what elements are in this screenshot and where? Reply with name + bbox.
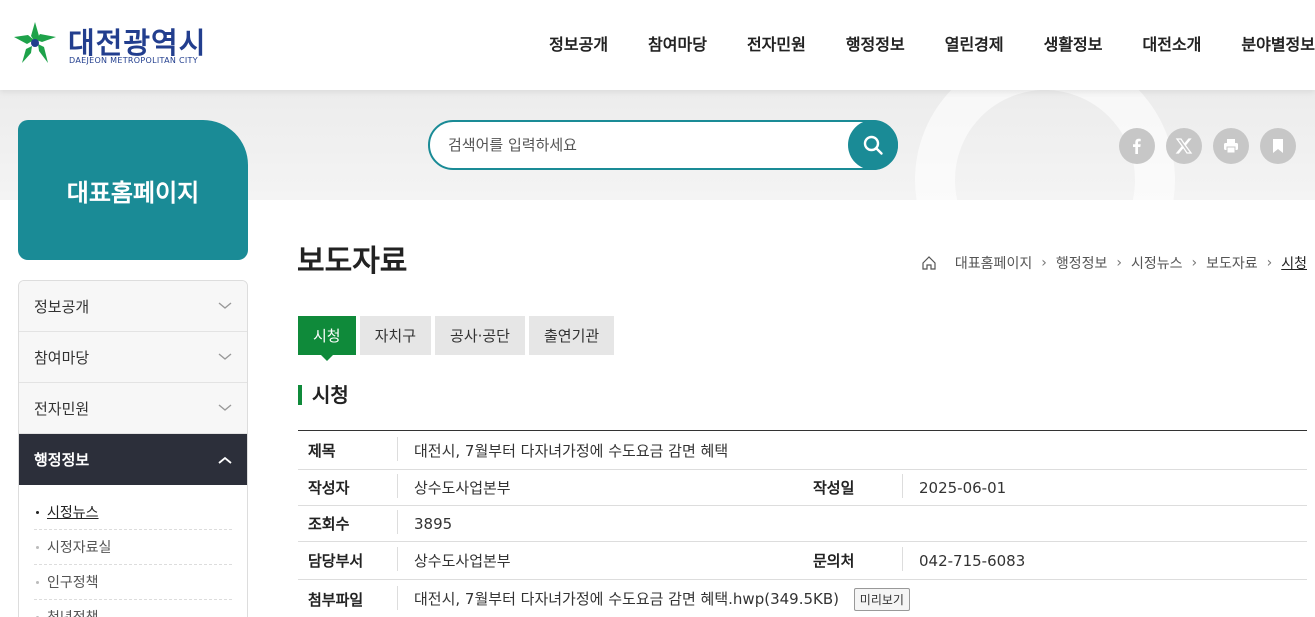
gnb-item-living-info[interactable]: 생활정보 (1044, 31, 1103, 55)
article-dept: 상수도사업본부 (414, 552, 511, 570)
sidebar-sub-item-population-policy[interactable]: 인구정책 (34, 565, 232, 600)
search-input[interactable] (448, 134, 828, 156)
views-label: 조회수 (298, 510, 398, 534)
gnb-item-open-economy[interactable]: 열린경제 (945, 31, 1004, 55)
tab-public-corp[interactable]: 공사·공단 (435, 316, 525, 355)
chevron-right-icon: › (1041, 255, 1047, 271)
contact-label: 문의처 (803, 547, 903, 571)
breadcrumb-item[interactable]: 시정뉴스 (1131, 253, 1183, 273)
sidebar-sub-item-city-archive[interactable]: 시정자료실 (34, 530, 232, 565)
article-info-table: 제목 대전시, 7월부터 다자녀가정에 수도요금 감면 혜택 작성자 상수도사업… (298, 430, 1307, 617)
article-title: 대전시, 7월부터 다자녀가정에 수도요금 감면 혜택 (414, 441, 729, 460)
gnb-item-admin-info[interactable]: 행정정보 (846, 31, 905, 55)
sidebar-sub-list: 시정뉴스 시정자료실 인구정책 청년정책 (19, 485, 247, 617)
article-contact: 042-715-6083 (919, 551, 1026, 570)
chevron-down-icon (218, 353, 232, 360)
x-share-button[interactable] (1166, 128, 1202, 164)
global-nav: 정보공개 참여마당 전자민원 행정정보 열린경제 생활정보 대전소개 분야별정보 (549, 31, 1315, 55)
sidebar-sub-label: 시정뉴스 (47, 505, 99, 521)
home-icon[interactable] (921, 255, 937, 271)
bullet-icon (36, 510, 39, 514)
share-tools (1108, 128, 1296, 164)
gnb-item-info-disclosure[interactable]: 정보공개 (549, 31, 608, 55)
date-label: 작성일 (803, 474, 903, 498)
search-button[interactable] (848, 120, 898, 170)
tab-city-hall[interactable]: 시청 (298, 316, 356, 361)
sidebar-item-label: 전자민원 (34, 399, 90, 418)
table-row: 조회수 3895 (298, 506, 1307, 542)
article-author: 상수도사업본부 (414, 479, 511, 497)
tab-district[interactable]: 자치구 (359, 316, 432, 355)
sidebar-item-participation[interactable]: 참여마당 (19, 332, 247, 383)
sidebar-item-label: 참여마당 (34, 348, 90, 367)
article-date: 2025-06-01 (919, 478, 1007, 497)
sidebar-item-label: 행정정보 (34, 451, 90, 469)
bullet-icon (36, 580, 39, 584)
category-tabs: 시청 자치구 공사·공단 출연기관 (298, 316, 618, 361)
breadcrumb: 대표홈페이지 › 행정정보 › 시정뉴스 › 보도자료 › 시청 (921, 253, 1307, 273)
table-row: 제목 대전시, 7월부터 다자녀가정에 수도요금 감면 혜택 (298, 431, 1307, 470)
title-label: 제목 (298, 436, 398, 461)
breadcrumb-item[interactable]: 보도자료 (1206, 253, 1258, 273)
sidebar-nav: 정보공개 참여마당 전자민원 행정정보 시정뉴스 시정자료실 인구정책 청년정책 (18, 280, 248, 617)
breadcrumb-current[interactable]: 시청 (1281, 253, 1307, 273)
sidebar-title-card: 대표홈페이지 (18, 120, 248, 260)
breadcrumb-item[interactable]: 대표홈페이지 (955, 253, 1032, 273)
sidebar-title: 대표홈페이지 (66, 178, 200, 207)
dept-label: 담당부서 (298, 547, 398, 571)
bullet-icon (36, 545, 39, 549)
daejeon-star-logo-icon (14, 22, 56, 63)
sidebar-sub-label: 인구정책 (47, 575, 99, 591)
sidebar-sub-label: 시정자료실 (47, 540, 112, 556)
bookmark-icon (1273, 139, 1283, 153)
print-icon (1224, 139, 1238, 154)
attach-label: 첨부파일 (298, 586, 398, 610)
sidebar-item-admin-info[interactable]: 행정정보 (19, 434, 247, 485)
chevron-right-icon: › (1191, 255, 1198, 271)
article-views: 3895 (414, 514, 453, 533)
tab-affiliated[interactable]: 출연기관 (528, 316, 615, 355)
chevron-down-icon (218, 404, 232, 411)
sidebar-item-e-civil[interactable]: 전자민원 (19, 383, 247, 434)
chevron-right-icon: › (1266, 255, 1273, 271)
facebook-share-button[interactable] (1119, 128, 1155, 164)
attachment: 대전시, 7월부터 다자녀가정에 수도요금 감면 혜택.hwp(349.5KB)… (398, 588, 910, 611)
table-row: 첨부파일 대전시, 7월부터 다자녀가정에 수도요금 감면 혜택.hwp(349… (298, 580, 1307, 617)
site-header: 대전광역시 DAEJEON METROPOLITAN CITY 정보공개 참여마… (0, 0, 1315, 90)
preview-button[interactable]: 미리보기 (853, 588, 910, 611)
sidebar-item-label: 정보공개 (34, 297, 90, 316)
sidebar-sub-item-youth-policy[interactable]: 청년정책 (34, 600, 232, 617)
sidebar-sub-label: 청년정책 (47, 607, 99, 617)
gnb-item-participation[interactable]: 참여마당 (648, 31, 707, 55)
search-icon (863, 135, 883, 155)
chevron-up-icon (218, 456, 232, 464)
logo-subtitle: DAEJEON METROPOLITAN CITY (69, 56, 198, 65)
gnb-item-about-daejeon[interactable]: 대전소개 (1143, 31, 1202, 55)
site-logo[interactable]: 대전광역시 DAEJEON METROPOLITAN CITY (12, 20, 222, 70)
chevron-down-icon (218, 302, 232, 309)
sidebar-item-info-disclosure[interactable]: 정보공개 (19, 281, 247, 332)
author-label: 작성자 (298, 474, 398, 498)
print-button[interactable] (1213, 128, 1249, 164)
gnb-item-e-civil[interactable]: 전자민원 (747, 31, 806, 55)
facebook-icon (1133, 138, 1141, 154)
table-row: 담당부서 상수도사업본부 문의처 042-715-6083 (298, 542, 1307, 580)
section-title: 시청 (298, 385, 349, 405)
gnb-item-field-info[interactable]: 분야별정보 (1241, 31, 1315, 55)
chevron-right-icon: › (1116, 255, 1122, 271)
breadcrumb-item[interactable]: 행정정보 (1056, 253, 1108, 273)
attachment-link[interactable]: 대전시, 7월부터 다자녀가정에 수도요금 감면 혜택.hwp(349.5KB) (414, 590, 839, 608)
x-icon (1175, 138, 1193, 154)
page-title: 보도자료 (297, 244, 408, 279)
sidebar-sub-item-city-news[interactable]: 시정뉴스 (34, 495, 232, 530)
table-row: 작성자 상수도사업본부 작성일 2025-06-01 (298, 470, 1307, 506)
bookmark-button[interactable] (1260, 128, 1296, 164)
search-box (428, 120, 898, 170)
